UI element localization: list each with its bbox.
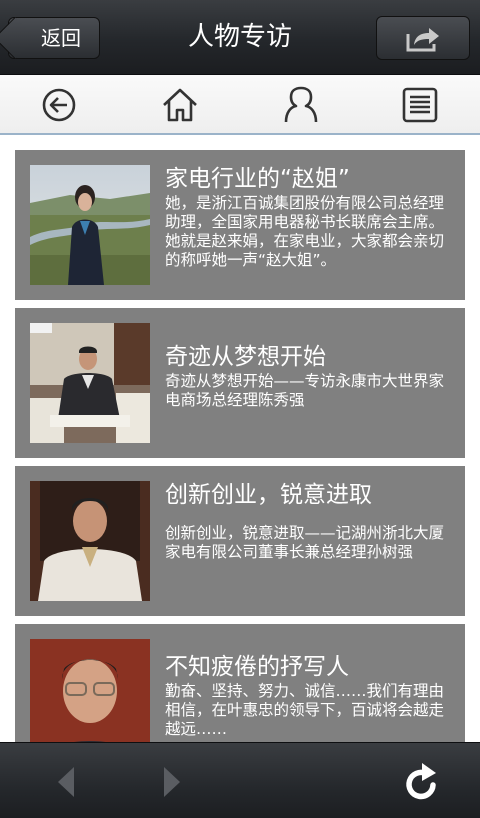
- article-description: 她，是浙江百诚集团股份有限公司总经理助理，全国家用电器秘书长联席会主席。她就是赵…: [165, 194, 445, 269]
- back-circle-icon[interactable]: [39, 85, 79, 125]
- article-title: 家电行业的“赵姐”: [165, 166, 350, 192]
- article-thumbnail: [30, 165, 150, 285]
- back-button[interactable]: 返回: [8, 17, 100, 59]
- article-description: 勤奋、坚持、努力、诚信……我们有理由相信，在叶惠忠的领导下，百诚将会越走越远……: [165, 682, 445, 738]
- prev-arrow-icon[interactable]: [54, 765, 78, 799]
- share-button[interactable]: [376, 16, 470, 60]
- article-card[interactable]: 创新创业，锐意进取 创新创业，锐意进取——记湖州浙北大厦家电有限公司董事长兼总经…: [15, 466, 465, 616]
- title-bar: 返回 人物专访: [0, 0, 480, 75]
- article-card[interactable]: 奇迹从梦想开始 奇迹从梦想开始——专访永康市大世界家电商场总经理陈秀强: [15, 308, 465, 458]
- toolbar: [0, 75, 480, 135]
- article-thumbnail: [30, 323, 150, 443]
- article-list: 家电行业的“赵姐” 她，是浙江百诚集团股份有限公司总经理助理，全国家用电器秘书长…: [15, 150, 465, 782]
- next-arrow-icon[interactable]: [160, 765, 184, 799]
- share-icon: [406, 28, 439, 52]
- article-description: 奇迹从梦想开始——专访永康市大世界家电商场总经理陈秀强: [165, 372, 445, 409]
- article-title: 创新创业，锐意进取: [165, 482, 372, 508]
- article-title: 奇迹从梦想开始: [165, 344, 326, 370]
- bottom-bar: [0, 742, 480, 818]
- article-thumbnail: [30, 481, 150, 601]
- page-title: 人物专访: [187, 22, 292, 52]
- user-icon[interactable]: [281, 85, 321, 125]
- home-icon[interactable]: [160, 85, 200, 125]
- list-icon[interactable]: [400, 85, 440, 125]
- article-card[interactable]: 家电行业的“赵姐” 她，是浙江百诚集团股份有限公司总经理助理，全国家用电器秘书长…: [15, 150, 465, 300]
- article-title: 不知疲倦的抒写人: [165, 654, 349, 680]
- refresh-icon[interactable]: [404, 761, 442, 801]
- article-thumbnail: [30, 639, 150, 759]
- article-description: 创新创业，锐意进取——记湖州浙北大厦家电有限公司董事长兼总经理孙树强: [165, 524, 445, 561]
- back-button-label: 返回: [41, 26, 81, 50]
